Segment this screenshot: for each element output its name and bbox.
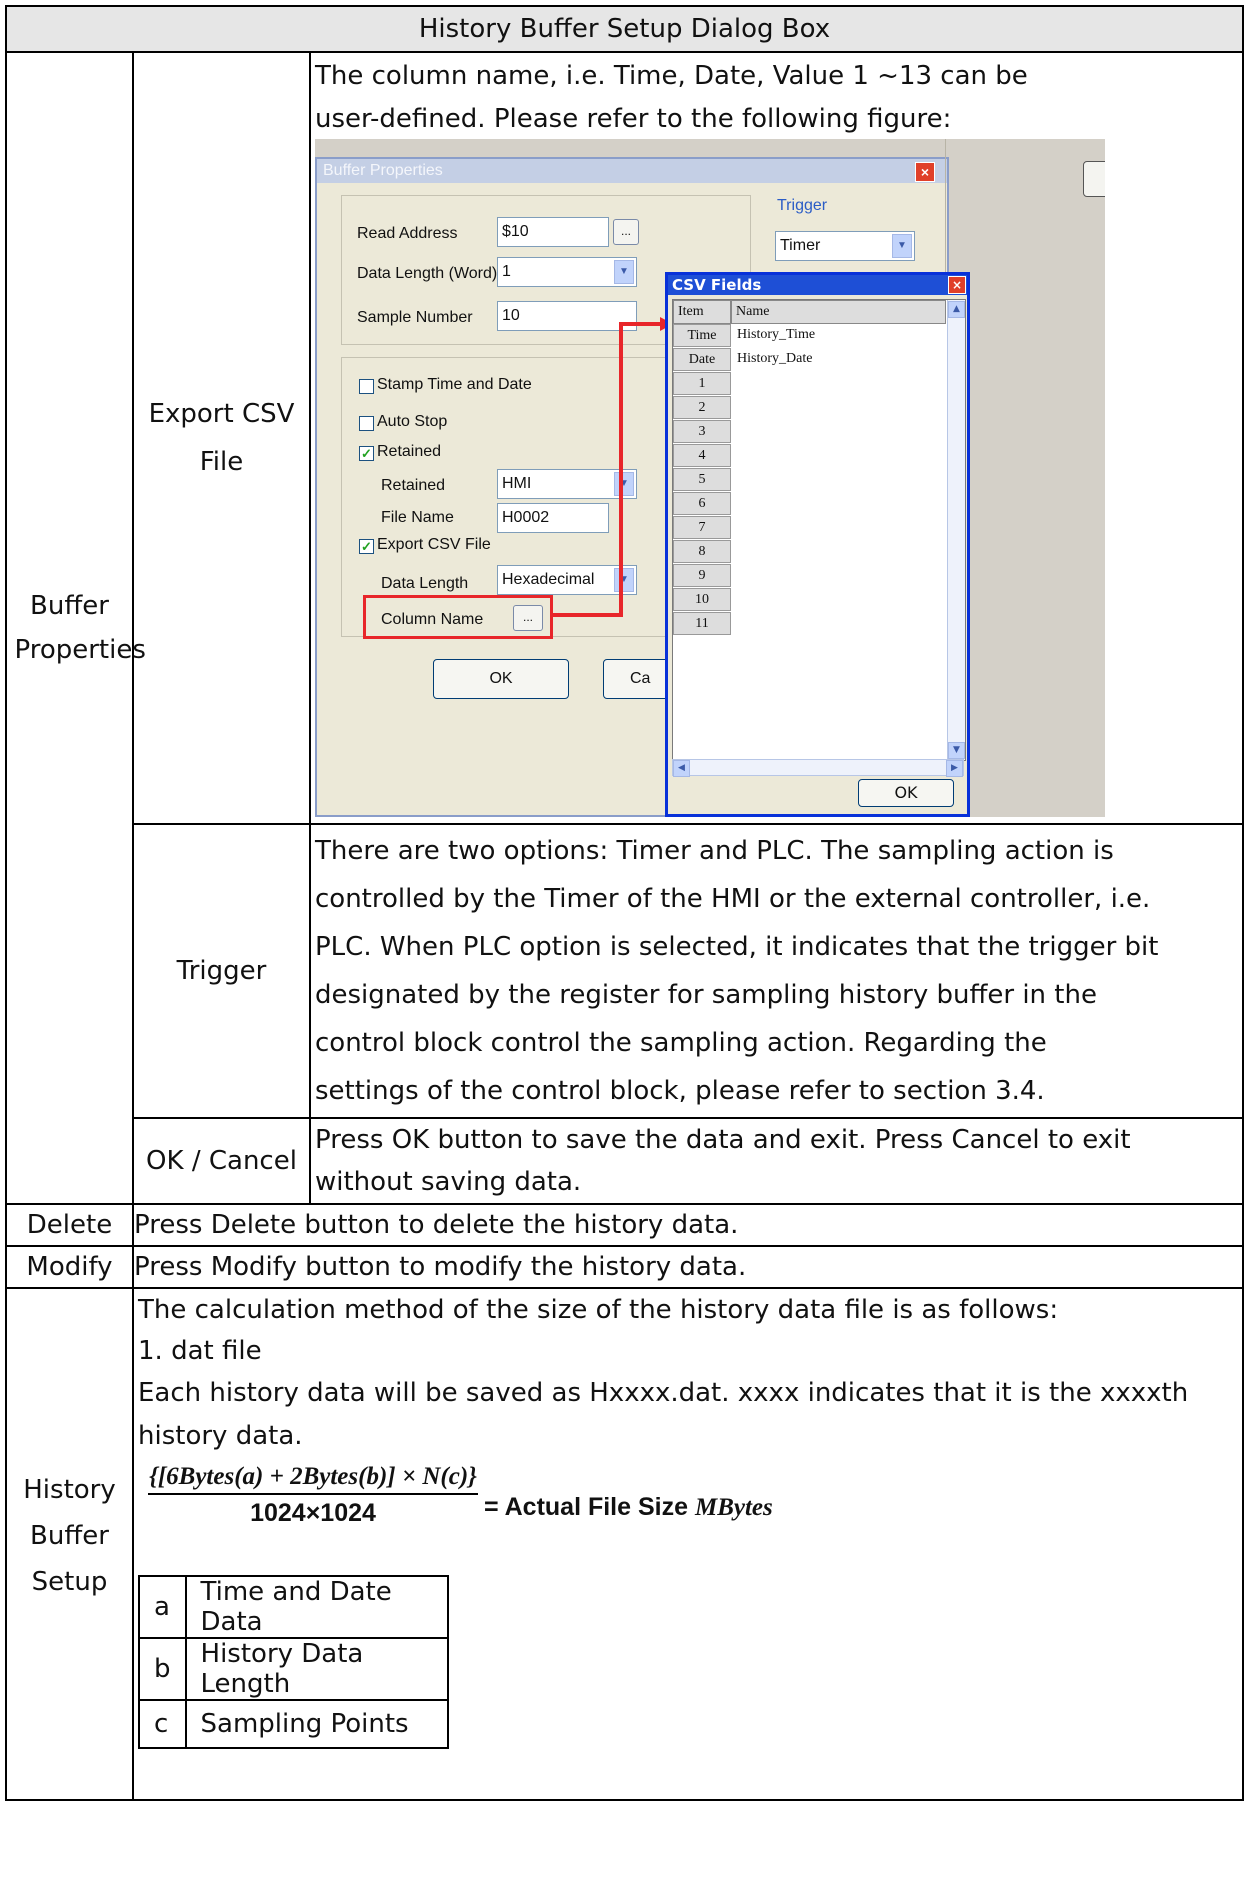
csv-fields-grid: Item Name Time History_Time Date History_Da… <box>672 299 966 761</box>
csv-row-item: 6 <box>673 492 731 515</box>
csv-row-item: 9 <box>673 564 731 587</box>
csv-row-name[interactable] <box>731 612 737 635</box>
legend-table: a Time and Date Data b History Data Leng… <box>138 1575 449 1749</box>
trigger-line-6: settings of the control block, please re… <box>315 1076 1045 1106</box>
legend-row: b History Data Length <box>138 1637 449 1701</box>
scroll-up-icon[interactable]: ▲ <box>948 301 965 318</box>
csv-row-item: 10 <box>673 588 731 611</box>
csv-row-name[interactable]: History_Date <box>731 348 812 371</box>
history-item-1: 1. dat file <box>138 1336 262 1366</box>
csv-fields-title: CSV Fields <box>668 275 967 295</box>
trigger-line-2: controlled by the Timer of the HMI or th… <box>315 884 1151 914</box>
export-csv-label: Export CSV File <box>132 51 311 825</box>
export-csv-line2: user-defined. Please refer to the follow… <box>315 104 952 134</box>
buffer-properties-label: Buffer Properties <box>5 51 146 1205</box>
scroll-down-icon[interactable]: ▼ <box>948 742 965 759</box>
trigger-line-5: control block control the sampling actio… <box>315 1028 1047 1058</box>
delete-desc: Press Delete button to delete the histor… <box>132 1203 1244 1247</box>
trigger-line-3: PLC. When PLC option is selected, it ind… <box>315 932 1159 962</box>
legend-row: c Sampling Points <box>138 1699 449 1749</box>
csv-row-item: 8 <box>673 540 731 563</box>
csv-row-item: 5 <box>673 468 731 491</box>
history-setup-label-3: Setup <box>31 1567 108 1597</box>
csv-row-name[interactable] <box>731 492 737 515</box>
history-setup-content: The calculation method of the size of th… <box>132 1287 1244 1801</box>
background-button-fragment <box>1083 161 1105 197</box>
csv-row-name[interactable] <box>731 444 737 467</box>
csv-row-item: 2 <box>673 396 731 419</box>
csv-close-icon[interactable]: × <box>948 276 966 294</box>
delete-label: Delete <box>5 1203 134 1247</box>
csv-header-item: Item <box>673 300 731 324</box>
csv-row-name[interactable] <box>731 540 737 563</box>
ok-cancel-line-2: without saving data. <box>315 1167 582 1197</box>
history-setup-label-1: History <box>23 1475 116 1505</box>
legend-desc: Time and Date Data <box>184 1575 449 1639</box>
formula-numerator: {[6Bytes(a) + 2Bytes(b)] × N(c)} <box>148 1463 478 1495</box>
history-setup-label: History Buffer Setup <box>5 1287 134 1801</box>
csv-header-name: Name <box>731 300 946 324</box>
trigger-line-1: There are two options: Timer and PLC. Th… <box>315 836 1114 866</box>
buffer-properties-screenshot: Buffer Properties × Trigger Timer ▼ Read… <box>315 139 1105 817</box>
history-buffer-table: History Buffer Setup Dialog Box Buffer P… <box>5 5 1244 1801</box>
formula-result-unit: MBytes <box>694 1494 773 1521</box>
history-setup-label-2: Buffer <box>30 1521 109 1551</box>
history-intro: The calculation method of the size of th… <box>138 1295 1059 1325</box>
legend-row: a Time and Date Data <box>138 1575 449 1639</box>
scroll-left-icon[interactable]: ◀ <box>673 760 690 777</box>
formula-result-text: = Actual File Size <box>484 1493 689 1521</box>
buffer-properties-text: Buffer Properties <box>14 591 146 665</box>
csv-row-item: 4 <box>673 444 731 467</box>
csv-row-item: 1 <box>673 372 731 395</box>
csv-row-name[interactable] <box>731 372 737 395</box>
legend-key: a <box>138 1575 187 1639</box>
modify-label: Modify <box>5 1245 134 1289</box>
csv-row-item: 3 <box>673 420 731 443</box>
legend-key: c <box>138 1699 187 1749</box>
scroll-right-icon[interactable]: ▶ <box>946 760 963 777</box>
csv-row-name[interactable] <box>731 588 737 611</box>
modify-desc: Press Modify button to modify the histor… <box>132 1245 1244 1289</box>
vertical-scrollbar[interactable]: ▲ ▼ <box>947 300 965 760</box>
export-csv-line1: The column name, i.e. Time, Date, Value … <box>315 61 1028 91</box>
legend-desc: History Data Length <box>184 1637 449 1701</box>
trigger-row-label: Trigger <box>132 823 311 1119</box>
legend-desc: Sampling Points <box>184 1699 449 1749</box>
csv-row-item: 11 <box>673 612 731 635</box>
trigger-desc: There are two options: Timer and PLC. Th… <box>309 823 1244 1119</box>
csv-row-name[interactable] <box>731 420 737 443</box>
csv-ok-button[interactable]: OK <box>858 779 954 807</box>
csv-row-item: Date <box>673 348 731 371</box>
formula-denominator: 1024×1024 <box>250 1499 376 1527</box>
csv-row-name[interactable] <box>731 468 737 491</box>
csv-row-name[interactable]: History_Time <box>731 324 815 347</box>
csv-row-name[interactable] <box>731 516 737 539</box>
formula-result: = Actual File Size MBytes <box>484 1493 773 1522</box>
history-desc-1: Each history data will be saved as Hxxxx… <box>138 1378 1189 1408</box>
ok-cancel-desc: Press OK button to save the data and exi… <box>309 1117 1244 1205</box>
legend-key: b <box>138 1637 187 1701</box>
csv-row-name[interactable] <box>731 396 737 419</box>
trigger-line-4: designated by the register for sampling … <box>315 980 1097 1010</box>
csv-row-item: Time <box>673 324 731 347</box>
table-header: History Buffer Setup Dialog Box <box>5 5 1244 53</box>
csv-row-item: 7 <box>673 516 731 539</box>
document: History Buffer Setup Dialog Box Buffer P… <box>5 5 1244 1903</box>
csv-row-name[interactable] <box>731 564 737 587</box>
ok-cancel-label: OK / Cancel <box>132 1117 311 1205</box>
csv-fields-dialog: CSV Fields × Item Name Time History_Time D… <box>665 272 970 817</box>
history-desc-2: history data. <box>138 1421 303 1451</box>
horizontal-scrollbar[interactable]: ◀ ▶ <box>672 759 964 777</box>
formula-fraction: {[6Bytes(a) + 2Bytes(b)] × N(c)} 1024×10… <box>148 1463 478 1528</box>
ok-cancel-line-1: Press OK button to save the data and exi… <box>315 1125 1131 1155</box>
export-csv-desc: The column name, i.e. Time, Date, Value … <box>309 51 1244 825</box>
size-formula: {[6Bytes(a) + 2Bytes(b)] × N(c)} 1024×10… <box>148 1457 1242 1557</box>
